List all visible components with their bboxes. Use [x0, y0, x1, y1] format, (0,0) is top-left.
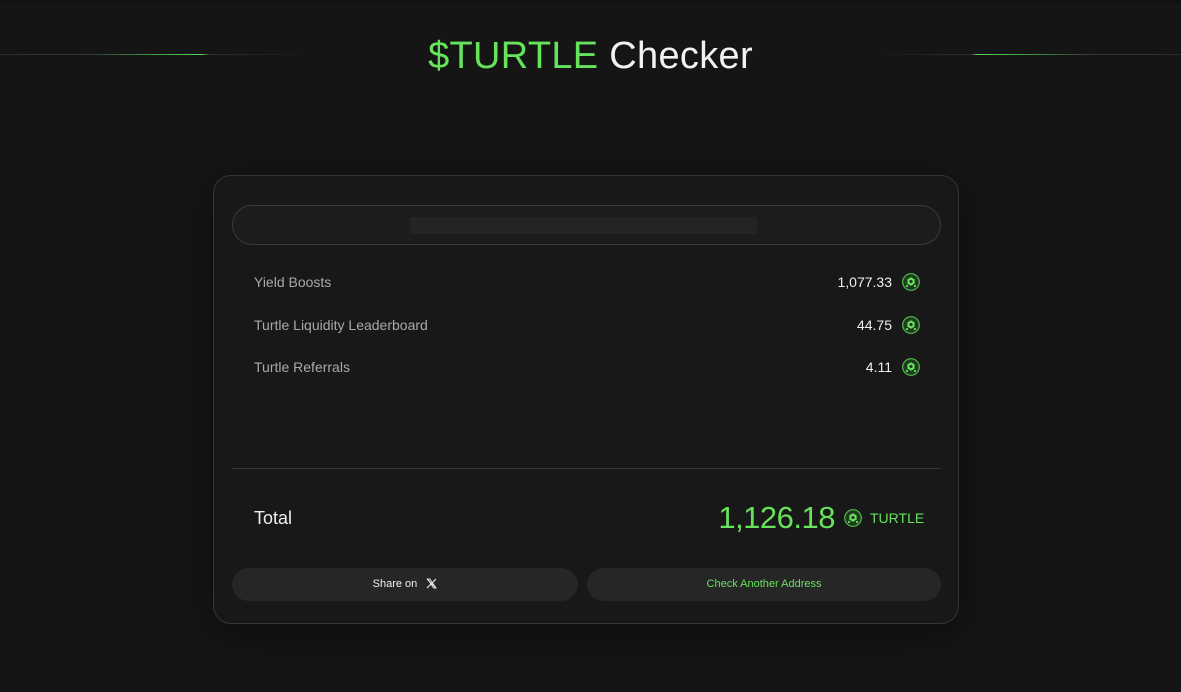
turtle-token-icon [844, 509, 862, 527]
total-unit: TURTLE [870, 510, 925, 526]
page-title: $TURTLE Checker [0, 34, 1181, 78]
x-logo-icon [426, 578, 438, 589]
row-value: 4.11 [865, 359, 892, 375]
turtle-token-icon [902, 316, 920, 334]
breakdown-row-liquidity-leaderboard: Turtle Liquidity Leaderboard 44.75 [254, 314, 920, 338]
address-value-redacted [410, 217, 757, 234]
address-field[interactable] [232, 205, 941, 245]
row-value: 1,077.33 [837, 274, 893, 290]
breakdown-row-referrals: Turtle Referrals 4.11 [254, 356, 920, 380]
page-title-accent: $TURTLE [428, 35, 599, 77]
checker-card: Yield Boosts 1,077.33 Turtle Liquidity L… [213, 175, 959, 624]
page-title-rest: Checker [598, 35, 753, 77]
share-on-x-button[interactable]: Share on [232, 568, 578, 601]
share-button-label: Share on [372, 578, 418, 590]
row-value: 44.75 [856, 317, 892, 333]
turtle-token-icon [902, 358, 920, 376]
turtle-token-icon [902, 273, 920, 291]
total-label: Total [254, 508, 293, 528]
total-value: 1,126.18 [718, 500, 835, 535]
row-label: Turtle Referrals [254, 359, 350, 375]
breakdown-row-yield-boosts: Yield Boosts 1,077.33 [254, 271, 920, 295]
check-another-address-button[interactable]: Check Another Address [587, 568, 941, 601]
row-label: Yield Boosts [254, 274, 332, 290]
check-button-label: Check Another Address [706, 578, 822, 590]
row-label: Turtle Liquidity Leaderboard [254, 317, 428, 333]
page: $TURTLE Checker Yield Boosts 1,077.33 Tu… [0, 0, 1181, 692]
divider [232, 468, 941, 469]
top-strip [0, 0, 1181, 5]
